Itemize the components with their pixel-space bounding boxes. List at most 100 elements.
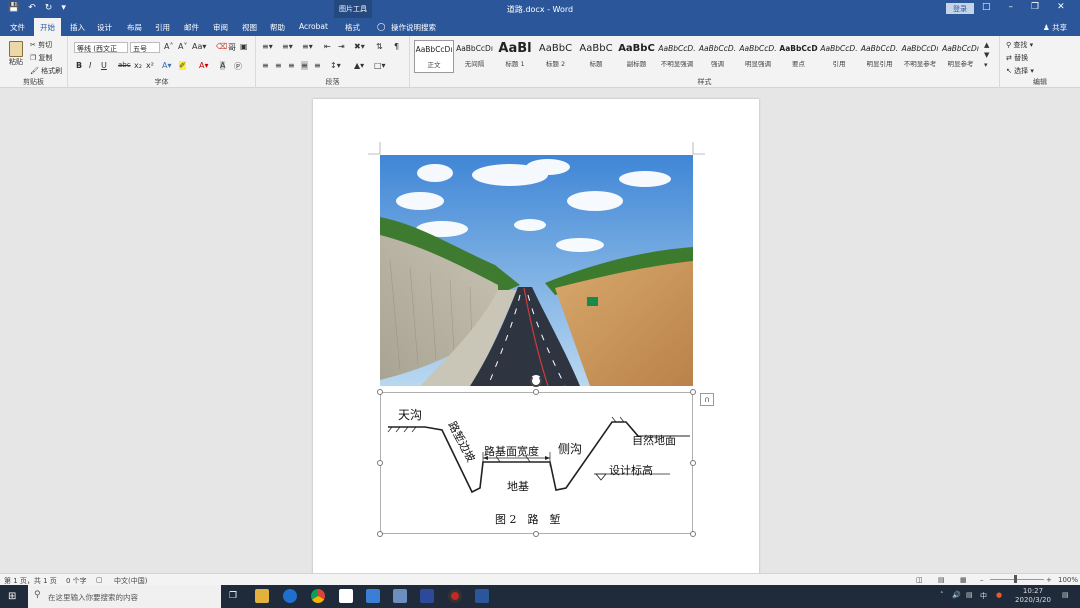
customize-qat-icon[interactable]: ▾ bbox=[61, 3, 66, 13]
zoom-level[interactable]: 100% bbox=[1058, 576, 1078, 584]
increase-indent-icon[interactable]: ⇥ bbox=[338, 42, 345, 51]
network-icon[interactable]: ▤ bbox=[966, 591, 973, 599]
tab-view[interactable]: 视图 bbox=[242, 22, 257, 33]
shading-icon[interactable]: ▲▾ bbox=[354, 61, 364, 70]
ime-indicator[interactable]: 中 bbox=[980, 591, 987, 601]
phonetic-guide-icon[interactable]: 哥 bbox=[228, 42, 236, 53]
show-marks-icon[interactable]: ¶ bbox=[394, 42, 399, 51]
store-icon[interactable] bbox=[339, 589, 353, 603]
sort-icon[interactable]: ⇅ bbox=[376, 42, 383, 51]
style-item[interactable]: AaBbC 标题 bbox=[576, 40, 616, 73]
resize-handle-bottom-right[interactable] bbox=[690, 531, 696, 537]
tab-mailings[interactable]: 邮件 bbox=[184, 22, 199, 33]
clock[interactable]: 10:27 2020/3/20 bbox=[1014, 587, 1052, 605]
font-color-icon[interactable]: A▾ bbox=[199, 61, 209, 70]
tab-layout[interactable]: 布局 bbox=[127, 22, 142, 33]
superscript-icon[interactable]: x² bbox=[146, 61, 154, 70]
clear-format-icon[interactable]: ⌫ bbox=[216, 42, 227, 51]
zoom-slider[interactable] bbox=[990, 579, 1044, 580]
cut-button[interactable]: ✂ 剪切 bbox=[30, 40, 52, 50]
underline-icon[interactable]: U bbox=[101, 61, 107, 70]
mail-icon[interactable] bbox=[366, 589, 380, 603]
document-area[interactable]: 天沟 路堑边坡 路基面宽度 侧沟 自然地面 设计标高 地基 图 2 路 堑 ∩ bbox=[0, 88, 1080, 573]
word-taskbar-icon[interactable] bbox=[475, 589, 489, 603]
tray-chevron-icon[interactable]: ˄ bbox=[940, 591, 944, 599]
resize-handle-bottom-left[interactable] bbox=[377, 531, 383, 537]
resize-handle-left[interactable] bbox=[377, 460, 383, 466]
document-page[interactable]: 天沟 路堑边坡 路基面宽度 侧沟 自然地面 设计标高 地基 图 2 路 堑 ∩ bbox=[313, 99, 759, 573]
tab-insert[interactable]: 插入 bbox=[70, 22, 85, 33]
paste-button[interactable]: 粘贴 bbox=[6, 41, 26, 67]
replace-button[interactable]: ⇄ 替换 bbox=[1006, 53, 1028, 63]
save-icon[interactable]: 💾 bbox=[8, 3, 19, 13]
numbering-icon[interactable]: ≡▾ bbox=[282, 42, 293, 51]
line-spacing-icon[interactable]: ↕▾ bbox=[330, 61, 341, 70]
style-item[interactable]: AaBbCcDı 无间隔 bbox=[455, 40, 495, 73]
style-item[interactable]: AaBl 标题 1 bbox=[495, 40, 535, 73]
road-cut-diagram[interactable]: 天沟 路堑边坡 路基面宽度 侧沟 自然地面 设计标高 地基 图 2 路 堑 bbox=[380, 392, 693, 534]
tray-app-icon[interactable]: ● bbox=[996, 591, 1002, 599]
strikethrough-icon[interactable]: abc bbox=[118, 61, 131, 69]
styles-scroll[interactable]: ▲ ▼ ▾ bbox=[984, 40, 989, 70]
change-case-icon[interactable]: Aa▾ bbox=[192, 42, 206, 51]
edge-icon[interactable] bbox=[283, 589, 297, 603]
chrome-icon[interactable] bbox=[311, 589, 325, 603]
italic-icon[interactable]: I bbox=[89, 61, 91, 70]
find-button[interactable]: ⚲ 查找 ▾ bbox=[1006, 40, 1033, 50]
resize-handle-right[interactable] bbox=[690, 460, 696, 466]
bold-icon[interactable]: B bbox=[76, 61, 82, 70]
font-name-select[interactable]: 等线 (西文正 bbox=[74, 42, 128, 53]
tab-references[interactable]: 引用 bbox=[155, 22, 170, 33]
resize-handle-bottom[interactable] bbox=[533, 531, 539, 537]
close-icon[interactable]: ✕ bbox=[1057, 2, 1065, 12]
redo-icon[interactable]: ↻ bbox=[45, 3, 53, 13]
layout-options-icon[interactable]: ∩ bbox=[700, 393, 714, 406]
zoom-slider-thumb[interactable] bbox=[1014, 575, 1017, 583]
align-right-icon[interactable]: ≡ bbox=[288, 61, 295, 70]
tab-help[interactable]: 帮助 bbox=[270, 22, 285, 33]
tell-me-search[interactable]: 操作说明搜索 bbox=[391, 22, 436, 33]
minimize-icon[interactable]: – bbox=[1009, 2, 1014, 12]
enclose-characters-icon[interactable]: Ⓟ bbox=[234, 61, 242, 72]
bullets-icon[interactable]: ≡▾ bbox=[262, 42, 273, 51]
tab-format[interactable]: 格式 bbox=[345, 22, 360, 33]
distributed-icon[interactable]: ≡ bbox=[314, 61, 321, 70]
share-button[interactable]: ♟ 共享 bbox=[1043, 22, 1067, 33]
undo-icon[interactable]: ↶ bbox=[28, 3, 36, 13]
read-mode-icon[interactable]: ◫ bbox=[916, 576, 923, 584]
select-button[interactable]: ↖ 选择 ▾ bbox=[1006, 66, 1034, 76]
style-item[interactable]: AaBbCcD. 明显引用 bbox=[860, 40, 900, 73]
recorder-icon[interactable] bbox=[448, 589, 462, 603]
style-item[interactable]: AaBbCcD. 不明显强调 bbox=[657, 40, 697, 73]
style-item[interactable]: AaBbC 标题 2 bbox=[536, 40, 576, 73]
chinese-layout-icon[interactable]: ✖▾ bbox=[354, 42, 365, 51]
shrink-font-icon[interactable]: A˅ bbox=[178, 42, 187, 51]
taskbar-search-box[interactable]: ⚲ 在这里输入你要搜索的内容 bbox=[28, 585, 221, 608]
font-size-select[interactable]: 五号 bbox=[130, 42, 160, 53]
style-item[interactable]: AaBbCcD. 引用 bbox=[819, 40, 859, 73]
highlight-icon[interactable]: ✐ bbox=[179, 61, 186, 70]
task-view-icon[interactable]: ❐ bbox=[229, 591, 237, 601]
multilevel-list-icon[interactable]: ≡▾ bbox=[302, 42, 313, 51]
grow-font-icon[interactable]: A˄ bbox=[164, 42, 173, 51]
r-app-icon[interactable] bbox=[420, 589, 434, 603]
format-painter-button[interactable]: 🖌 格式刷 bbox=[30, 66, 62, 76]
volume-icon[interactable]: 🔊 bbox=[952, 591, 961, 599]
style-item[interactable]: AaBbCcD. 强调 bbox=[698, 40, 738, 73]
proofing-icon[interactable]: ▢ bbox=[96, 576, 103, 584]
login-button[interactable]: 登录 bbox=[946, 3, 974, 14]
style-item[interactable]: AaBbCcDı 明显参考 bbox=[941, 40, 981, 73]
file-explorer-icon[interactable] bbox=[255, 589, 269, 603]
tab-design[interactable]: 设计 bbox=[97, 22, 112, 33]
style-item[interactable]: AaBbCcD 要点 bbox=[779, 40, 819, 73]
resize-handle-top-right[interactable] bbox=[690, 389, 696, 395]
resize-handle-top-left[interactable] bbox=[377, 389, 383, 395]
subscript-icon[interactable]: x₂ bbox=[134, 61, 142, 70]
web-layout-icon[interactable]: ▦ bbox=[960, 576, 967, 584]
text-effects-icon[interactable]: A▾ bbox=[162, 61, 172, 70]
zoom-out-icon[interactable]: – bbox=[980, 576, 984, 584]
zoom-in-icon[interactable]: + bbox=[1046, 576, 1052, 584]
style-item[interactable]: AaBbC 副标题 bbox=[617, 40, 657, 73]
notification-icon[interactable]: ▤ bbox=[1062, 591, 1069, 599]
ribbon-display-options-icon[interactable]: □ bbox=[982, 2, 991, 12]
